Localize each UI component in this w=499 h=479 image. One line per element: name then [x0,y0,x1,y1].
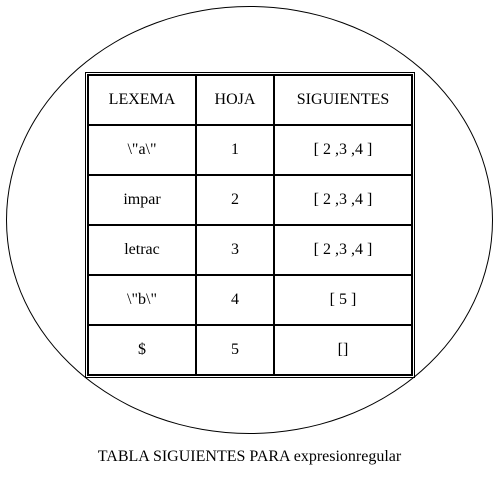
lexema-cell: $ [88,325,196,375]
table-header-row: LEXEMA HOJA SIGUIENTES [88,75,412,125]
table-row: $ 5 [] [88,325,412,375]
header-hoja: HOJA [196,75,274,125]
hoja-cell: 3 [196,225,274,275]
header-lexema: LEXEMA [88,75,196,125]
lexema-cell: \"a\" [88,125,196,175]
hoja-cell: 4 [196,275,274,325]
lexema-cell: \"b\" [88,275,196,325]
table-row: letrac 3 [ 2 ,3 ,4 ] [88,225,412,275]
hoja-cell: 2 [196,175,274,225]
table-row: \"b\" 4 [ 5 ] [88,275,412,325]
hoja-cell: 1 [196,125,274,175]
siguientes-cell: [] [274,325,412,375]
figure-caption: TABLA SIGUIENTES PARA expresionregular [97,448,402,465]
table-row: \"a\" 1 [ 2 ,3 ,4 ] [88,125,412,175]
hoja-cell: 5 [196,325,274,375]
lexema-cell: letrac [88,225,196,275]
lexema-cell: impar [88,175,196,225]
siguientes-cell: [ 2 ,3 ,4 ] [274,125,412,175]
siguientes-table: LEXEMA HOJA SIGUIENTES \"a\" 1 [ 2 ,3 ,4… [85,72,415,378]
table-row: impar 2 [ 2 ,3 ,4 ] [88,175,412,225]
siguientes-cell: [ 5 ] [274,275,412,325]
header-siguientes: SIGUIENTES [274,75,412,125]
siguientes-cell: [ 2 ,3 ,4 ] [274,225,412,275]
siguientes-cell: [ 2 ,3 ,4 ] [274,175,412,225]
